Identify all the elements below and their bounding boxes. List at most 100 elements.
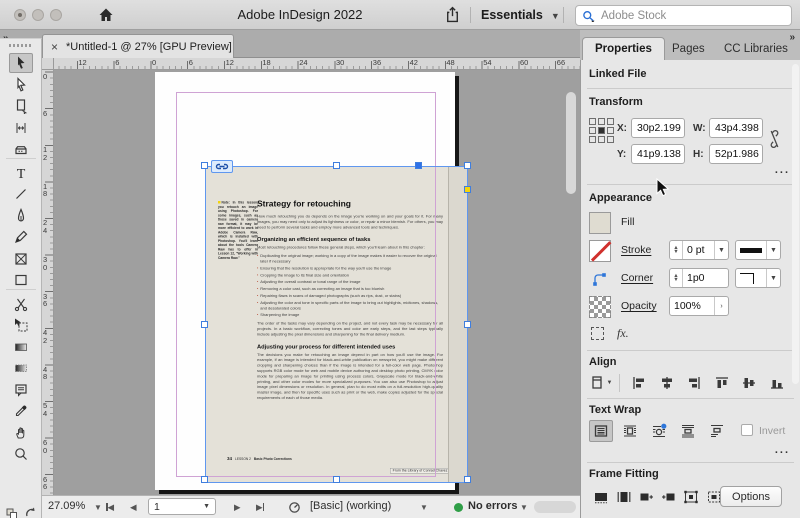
page-number-input[interactable]: 1 ▼ <box>148 498 216 515</box>
selection-tool[interactable] <box>9 53 33 73</box>
previous-page-button[interactable]: ◀ <box>130 502 137 513</box>
w-field[interactable]: 43p4.398 <box>709 118 763 138</box>
next-page-button[interactable]: ▶ <box>234 502 241 513</box>
align-to-selection-icon[interactable]: ▼ <box>587 372 615 394</box>
bullet-marker: ▪ <box>257 313 259 317</box>
line-tool[interactable] <box>9 184 33 204</box>
rectangle-tool[interactable] <box>9 270 33 290</box>
wrap-around-object-shape-icon[interactable] <box>647 420 671 442</box>
fit-frame-to-content-icon[interactable] <box>634 486 658 508</box>
text-wrap-more-options[interactable]: ... <box>775 444 790 456</box>
zoom-level-select[interactable]: 27.09% <box>48 500 85 512</box>
align-bottom-icon[interactable] <box>765 372 789 394</box>
chevron-down-icon[interactable]: ▼ <box>203 503 210 510</box>
fit-content-proportionally-icon[interactable] <box>612 486 636 508</box>
align-right-icon[interactable] <box>682 372 706 394</box>
adobe-stock-search-input[interactable]: Adobe Stock <box>575 5 792 26</box>
effects-icon[interactable]: fx. <box>617 326 629 341</box>
stroke-weight-input[interactable]: ▲ ▼ 0 pt ▼ <box>669 240 729 260</box>
stepper-icon[interactable]: ▲ ▼ <box>670 241 683 259</box>
chevron-down-icon[interactable]: ▼ <box>766 241 780 259</box>
book-heading-2: Adjusting your process for different int… <box>257 343 396 350</box>
ruler-label: 6 0 <box>43 438 48 455</box>
stepper-icon[interactable]: ▲ ▼ <box>670 269 683 287</box>
pen-tool[interactable] <box>9 206 33 226</box>
wrap-around-bounding-box-icon[interactable] <box>618 420 642 442</box>
tab-pages[interactable]: Pages <box>660 37 717 60</box>
type-tool[interactable]: T <box>9 163 33 183</box>
object-states-icon[interactable] <box>591 327 604 340</box>
canvas-horizontal-scrollbar[interactable] <box>534 501 576 513</box>
free-transform-tool[interactable] <box>9 315 33 335</box>
collapse-panel-icon[interactable]: » <box>789 32 794 43</box>
broken-chain-icon[interactable] <box>767 126 782 157</box>
opacity-input[interactable]: 100% › <box>669 296 729 316</box>
stroke-swatch[interactable] <box>589 240 612 262</box>
align-center-horizontal-icon[interactable] <box>655 372 679 394</box>
hand-tool[interactable] <box>9 423 33 443</box>
placed-image-frame[interactable]: Note: In this lesson, you retouch an ima… <box>205 166 468 483</box>
jump-to-next-column-icon[interactable] <box>705 420 729 442</box>
canvas-vertical-scrollbar[interactable] <box>566 92 576 194</box>
workspace-switcher[interactable]: Essentials ▼ <box>481 8 560 22</box>
fill-frame-proportionally-icon[interactable] <box>589 486 613 508</box>
stroke-style-select[interactable]: ▼ <box>735 240 781 260</box>
gap-tool[interactable] <box>9 118 33 138</box>
y-field[interactable]: 41p9.138 <box>631 144 685 164</box>
ruler-origin[interactable] <box>42 58 54 70</box>
fill-swatch[interactable] <box>589 212 611 234</box>
zoom-tool[interactable] <box>9 444 33 464</box>
gradient-feather-tool[interactable] <box>9 358 33 378</box>
document-tab[interactable]: × *Untitled-1 @ 27% [GPU Preview] <box>42 34 234 58</box>
vertical-ruler[interactable]: 0 6 1 2 1 8 2 4 3 0 3 6 4 2 4 8 5 4 6 0 6 6 <box>42 70 54 495</box>
panel-grip[interactable] <box>9 44 33 47</box>
preflight-profile-select[interactable]: [Basic] (working) <box>310 500 391 512</box>
panel-scrollbar[interactable] <box>792 64 799 384</box>
align-left-icon[interactable] <box>627 372 651 394</box>
chevron-down-icon[interactable]: ▼ <box>420 503 428 512</box>
chevron-down-icon[interactable]: ▼ <box>520 503 528 512</box>
eyedropper-tool[interactable] <box>9 401 33 421</box>
align-top-icon[interactable] <box>710 372 734 394</box>
align-center-vertical-icon[interactable] <box>737 372 761 394</box>
invert-checkbox[interactable] <box>741 424 753 436</box>
corner-shape-select[interactable]: ▼ <box>735 268 781 288</box>
close-tab-icon[interactable]: × <box>51 41 58 53</box>
content-aware-fit-icon[interactable] <box>702 486 726 508</box>
transform-more-options[interactable]: ... <box>775 164 790 176</box>
fit-content-to-frame-icon[interactable] <box>657 486 681 508</box>
h-field[interactable]: 52p1.986 <box>709 144 763 164</box>
stroke-label[interactable]: Stroke <box>621 244 651 256</box>
no-text-wrap-icon[interactable] <box>589 420 613 442</box>
rectangle-frame-tool[interactable] <box>9 249 33 269</box>
pasteboard[interactable]: Note: In this lesson, you retouch an ima… <box>54 70 580 495</box>
chevron-right-icon[interactable]: › <box>714 297 728 315</box>
first-page-button[interactable]: ◀ <box>106 502 114 513</box>
gradient-tool[interactable] <box>9 337 33 357</box>
x-field[interactable]: 30p2.199 <box>631 118 685 138</box>
jump-object-icon[interactable] <box>676 420 700 442</box>
swap-fill-stroke-icon[interactable] <box>24 507 37 518</box>
tab-cc-libraries[interactable]: CC Libraries <box>712 37 800 60</box>
direct-selection-tool[interactable] <box>9 75 33 95</box>
frame-fitting-options-button[interactable]: Options <box>720 486 782 507</box>
error-status[interactable]: No errors <box>468 500 518 512</box>
page-tool[interactable] <box>9 96 33 116</box>
pencil-tool[interactable] <box>9 227 33 247</box>
preflight-icon[interactable] <box>288 501 301 517</box>
scissors-tool[interactable] <box>9 294 33 314</box>
chevron-down-icon[interactable]: ▼ <box>714 241 728 259</box>
share-icon[interactable] <box>444 6 461 28</box>
chevron-down-icon[interactable]: ▼ <box>94 503 102 512</box>
corner-radius-input[interactable]: ▲ ▼ 1p0 <box>669 268 729 288</box>
note-tool[interactable] <box>9 380 33 400</box>
opacity-label[interactable]: Opacity <box>621 300 657 312</box>
content-collector-tool[interactable] <box>9 139 33 159</box>
corner-label[interactable]: Corner <box>621 272 653 284</box>
center-content-icon[interactable] <box>679 486 703 508</box>
horizontal-ruler[interactable]: 181260612182430364248546066 <box>54 58 580 70</box>
tab-properties[interactable]: Properties <box>582 37 665 60</box>
last-page-button[interactable]: ▶ <box>256 502 265 513</box>
default-fill-stroke-icon[interactable] <box>6 508 18 518</box>
chevron-down-icon[interactable]: ▼ <box>766 269 780 287</box>
